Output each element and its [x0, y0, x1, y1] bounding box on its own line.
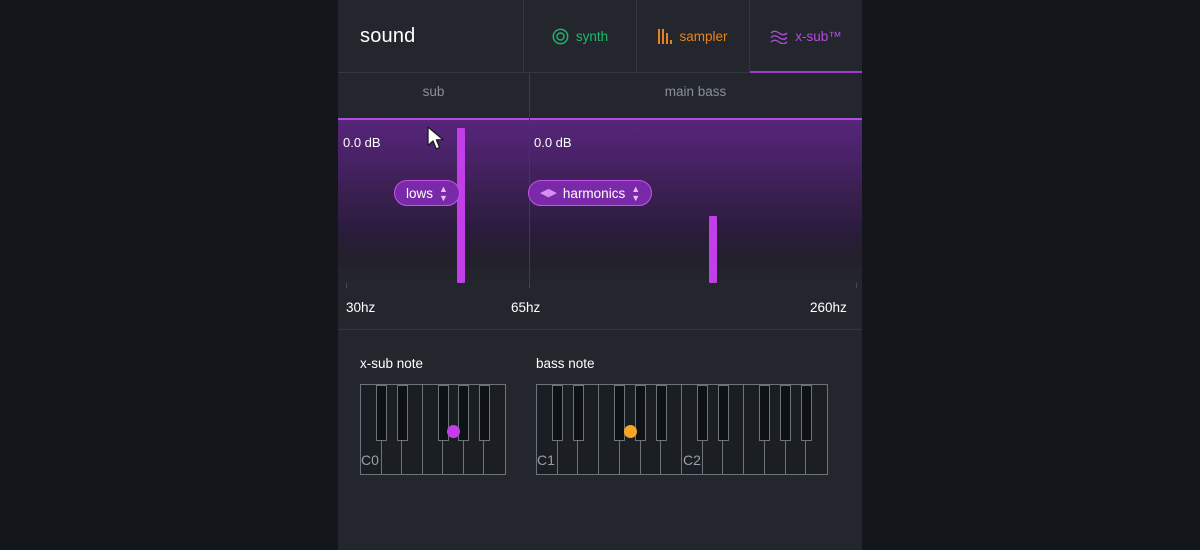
axis-label-65hz: 65hz: [511, 300, 541, 315]
concentric-circles-icon: [552, 28, 569, 45]
waveform-bars-icon: [658, 28, 673, 44]
tab-x-sub[interactable]: x-sub™: [750, 0, 862, 73]
note-group-bass: bass note C1 C2: [536, 356, 828, 475]
notes-section: x-sub note C0 bass note C1 C2: [338, 330, 862, 475]
band-divider: [529, 73, 530, 283]
black-key[interactable]: [635, 385, 647, 441]
note-title-x-sub: x-sub note: [360, 356, 424, 371]
app-root: sound synth sampler x-sub™ sub main bass…: [0, 0, 1200, 550]
axis-label-30hz: 30hz: [346, 300, 376, 315]
black-key[interactable]: [552, 385, 564, 441]
spectrum-bar-sub[interactable]: [457, 128, 465, 283]
octave-label-c2: C2: [683, 452, 701, 468]
page-title: sound: [360, 24, 416, 47]
note-title-bass: bass note: [536, 356, 595, 371]
control-pill-lows-label: lows: [406, 185, 434, 201]
axis-tick: [346, 283, 347, 288]
axis-tick: [529, 283, 530, 288]
header: sound synth sampler x-sub™: [338, 0, 862, 73]
octave-label-c1: C1: [537, 452, 555, 468]
black-key[interactable]: [478, 385, 490, 441]
tab-synth[interactable]: synth: [524, 0, 637, 72]
db-value-main-bass: 0.0 dB: [534, 135, 572, 150]
tab-sampler-label: sampler: [679, 28, 728, 44]
control-pill-harmonics-label: harmonics: [562, 185, 626, 201]
axis-tick: [856, 283, 857, 288]
header-title-cell: sound: [338, 0, 524, 72]
black-key[interactable]: [717, 385, 729, 441]
spectrum-bar-main-bass[interactable]: [709, 216, 717, 283]
updown-arrows-icon[interactable]: ▲ ▼: [631, 184, 640, 202]
waves-icon: [770, 28, 788, 44]
black-key[interactable]: [458, 385, 470, 441]
octave-label-c0: C0: [361, 452, 379, 468]
selected-note-dot[interactable]: [447, 425, 461, 438]
band-label-main-bass: main bass: [664, 84, 727, 99]
keyboard-x-sub[interactable]: [360, 384, 506, 475]
axis-label-260hz: 260hz: [810, 300, 847, 315]
black-key[interactable]: [396, 385, 408, 441]
zero-db-line: [338, 118, 862, 120]
black-key[interactable]: [780, 385, 792, 441]
band-label-sub: sub: [422, 84, 445, 99]
band-label-row: sub main bass: [338, 73, 862, 118]
note-group-x-sub: x-sub note C0: [360, 356, 506, 475]
black-key[interactable]: [572, 385, 584, 441]
tab-synth-label: synth: [575, 28, 609, 44]
control-pill-harmonics[interactable]: ◀▶ harmonics ▲ ▼: [528, 180, 653, 206]
tab-x-sub-label: x-sub™: [795, 28, 842, 44]
control-pill-lows[interactable]: lows ▲ ▼: [394, 180, 460, 206]
updown-arrows-icon[interactable]: ▲ ▼: [439, 184, 448, 202]
plugin-panel: sound synth sampler x-sub™ sub main bass…: [338, 0, 862, 550]
db-value-sub: 0.0 dB: [343, 135, 381, 150]
selected-note-dot[interactable]: [623, 425, 637, 438]
spectrum-section: sub main bass 0.0 dB 0.0 dB 30hz 65hz 26…: [338, 73, 862, 330]
left-right-arrows-icon[interactable]: ◀▶: [540, 187, 557, 199]
black-key[interactable]: [697, 385, 709, 441]
keyboard-bass[interactable]: [536, 384, 828, 475]
black-key[interactable]: [655, 385, 667, 441]
black-key[interactable]: [376, 385, 388, 441]
black-key[interactable]: [759, 385, 771, 441]
black-key[interactable]: [800, 385, 812, 441]
frequency-axis: 30hz 65hz 260hz: [338, 283, 862, 329]
tab-sampler[interactable]: sampler: [637, 0, 750, 72]
